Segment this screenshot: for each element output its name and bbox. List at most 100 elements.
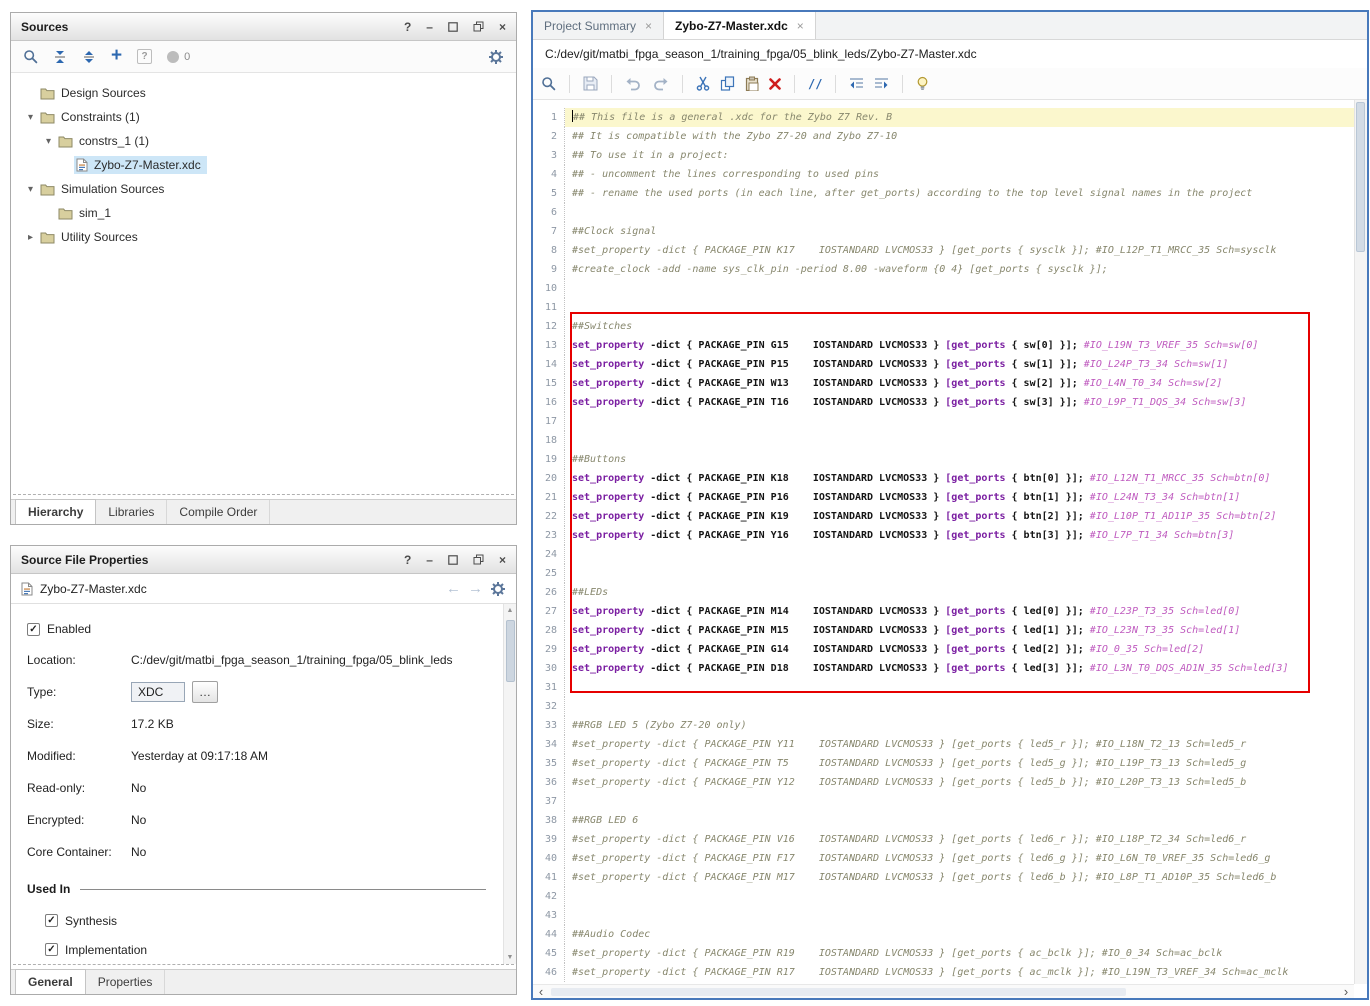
help-button[interactable]: ? [404, 554, 411, 566]
code-text[interactable]: #set_property -dict { PACKAGE_PIN R17 IO… [565, 963, 1367, 982]
code-text[interactable] [565, 697, 1367, 716]
tab-close-icon[interactable]: × [797, 19, 804, 33]
code-text[interactable] [565, 792, 1367, 811]
code-text[interactable]: set_property -dict { PACKAGE_PIN M15 IOS… [565, 621, 1367, 640]
code-text[interactable] [565, 279, 1367, 298]
code-text[interactable] [565, 298, 1367, 317]
enabled-checkbox[interactable]: ✓ [27, 622, 40, 636]
code-text[interactable] [565, 545, 1367, 564]
panel-splitter[interactable] [13, 964, 514, 965]
scrollbar-thumb[interactable] [505, 620, 515, 682]
cut-icon[interactable] [696, 76, 710, 91]
code-text[interactable]: #set_property -dict { PACKAGE_PIN M17 IO… [565, 868, 1367, 887]
scrollbar-thumb[interactable] [551, 987, 1126, 996]
minimize-button[interactable]: – [426, 21, 433, 33]
find-icon[interactable] [541, 76, 556, 91]
code-text[interactable]: ## - uncomment the lines corresponding t… [565, 165, 1367, 184]
scrollbar-thumb[interactable] [1356, 102, 1365, 252]
scroll-up-icon[interactable]: ▲ [507, 604, 514, 617]
tree-item-constraints-1[interactable]: ▾ Constraints (1) [11, 105, 516, 129]
code-text[interactable]: #create_clock -add -name sys_clk_pin -pe… [565, 260, 1367, 279]
properties-scrollbar[interactable]: ▲ ▼ [503, 604, 516, 964]
editor-tab-zybo-z7-master-xdc[interactable]: Zybo-Z7-Master.xdc × [664, 12, 816, 39]
settings-gear-icon[interactable] [488, 49, 504, 65]
code-text[interactable]: #set_property -dict { PACKAGE_PIN Y11 IO… [565, 735, 1367, 754]
scroll-left-icon[interactable]: ‹ [533, 984, 549, 998]
tab-close-icon[interactable]: × [645, 19, 652, 33]
tree-item-sim-1[interactable]: sim_1 [11, 201, 516, 225]
scroll-right-icon[interactable]: › [1338, 984, 1354, 998]
paste-icon[interactable] [745, 76, 759, 91]
save-icon[interactable] [583, 76, 598, 91]
code-text[interactable]: #set_property -dict { PACKAGE_PIN F17 IO… [565, 849, 1367, 868]
code-text[interactable]: #set_property -dict { PACKAGE_PIN K17 IO… [565, 241, 1367, 260]
search-icon[interactable] [23, 49, 38, 64]
message-badge[interactable]: 0 [167, 50, 190, 63]
expand-all-icon[interactable] [82, 50, 96, 64]
code-editor-area[interactable]: 1 ## This file is a general .xdc for the … [533, 100, 1367, 998]
chevron-down-icon[interactable]: ▾ [23, 112, 38, 123]
type-input[interactable]: XDC [131, 682, 185, 702]
code-text[interactable]: set_property -dict { PACKAGE_PIN G14 IOS… [565, 640, 1367, 659]
chevron-down-icon[interactable]: ▾ [23, 184, 38, 195]
vertical-scrollbar[interactable] [1354, 100, 1367, 984]
chevron-right-icon[interactable]: ▸ [23, 232, 38, 243]
code-text[interactable] [565, 431, 1367, 450]
implementation-checkbox[interactable]: ✓ [45, 943, 58, 956]
maximize-button[interactable] [448, 21, 458, 32]
code-text[interactable]: set_property -dict { PACKAGE_PIN P16 IOS… [565, 488, 1367, 507]
code-text[interactable]: ##Buttons [565, 450, 1367, 469]
close-button[interactable]: × [499, 554, 506, 566]
code-text[interactable]: set_property -dict { PACKAGE_PIN T16 IOS… [565, 393, 1367, 412]
browse-button[interactable]: … [192, 681, 218, 703]
tab-general[interactable]: General [15, 969, 86, 994]
code-text[interactable]: set_property -dict { PACKAGE_PIN P15 IOS… [565, 355, 1367, 374]
copy-icon[interactable] [720, 76, 735, 91]
code-text[interactable]: set_property -dict { PACKAGE_PIN K19 IOS… [565, 507, 1367, 526]
code-text[interactable] [565, 887, 1367, 906]
code-text[interactable]: #set_property -dict { PACKAGE_PIN T5 IOS… [565, 754, 1367, 773]
code-text[interactable]: set_property -dict { PACKAGE_PIN W13 IOS… [565, 374, 1367, 393]
code-text[interactable] [565, 412, 1367, 431]
panel-splitter[interactable] [13, 494, 514, 495]
code-text[interactable]: ## It is compatible with the Zybo Z7-20 … [565, 127, 1367, 146]
code-text[interactable]: ## To use it in a project: [565, 146, 1367, 165]
delete-icon[interactable] [769, 77, 781, 90]
scroll-down-icon[interactable]: ▼ [507, 951, 514, 964]
code-text[interactable] [565, 564, 1367, 583]
code-text[interactable]: #set_property -dict { PACKAGE_PIN V16 IO… [565, 830, 1367, 849]
forward-arrow-icon[interactable]: → [468, 580, 483, 597]
chevron-down-icon[interactable]: ▾ [41, 136, 56, 147]
minimize-button[interactable]: – [426, 554, 433, 566]
code-text[interactable]: set_property -dict { PACKAGE_PIN M14 IOS… [565, 602, 1367, 621]
undo-icon[interactable] [625, 77, 642, 91]
tree-item-zybo-z7-master-xdc[interactable]: Zybo-Z7-Master.xdc [11, 153, 516, 177]
tab-compile-order[interactable]: Compile Order [167, 500, 271, 524]
lightbulb-icon[interactable] [916, 76, 929, 91]
tree-item-simulation-sources[interactable]: ▾ Simulation Sources [11, 177, 516, 201]
code-text[interactable]: ## This file is a general .xdc for the Z… [565, 108, 1367, 127]
tab-libraries[interactable]: Libraries [96, 500, 168, 524]
code-text[interactable] [565, 906, 1367, 925]
close-button[interactable]: × [499, 21, 506, 33]
settings-gear-icon[interactable] [490, 581, 506, 597]
code-text[interactable]: ##Clock signal [565, 222, 1367, 241]
code-text[interactable]: ##Audio Codec [565, 925, 1367, 944]
tree-item-design-sources[interactable]: Design Sources [11, 81, 516, 105]
toggle-comment-icon[interactable]: // [808, 77, 822, 91]
horizontal-scrollbar[interactable]: ‹ › [533, 984, 1354, 998]
code-text[interactable]: #set_property -dict { PACKAGE_PIN R19 IO… [565, 944, 1367, 963]
maximize-button[interactable] [448, 554, 458, 565]
code-text[interactable]: ##Switches [565, 317, 1367, 336]
code-text[interactable] [565, 203, 1367, 222]
synthesis-checkbox[interactable]: ✓ [45, 914, 58, 927]
editor-tab-project-summary[interactable]: Project Summary × [533, 12, 665, 39]
indent-right-icon[interactable] [874, 77, 889, 90]
code-text[interactable]: set_property -dict { PACKAGE_PIN K18 IOS… [565, 469, 1367, 488]
tree-item-utility-sources[interactable]: ▸ Utility Sources [11, 225, 516, 249]
tree-item-constrs-1-1[interactable]: ▾ constrs_1 (1) [11, 129, 516, 153]
help-box-icon[interactable]: ? [137, 49, 153, 64]
code-text[interactable]: set_property -dict { PACKAGE_PIN Y16 IOS… [565, 526, 1367, 545]
help-button[interactable]: ? [404, 21, 411, 33]
tab-hierarchy[interactable]: Hierarchy [15, 499, 97, 524]
